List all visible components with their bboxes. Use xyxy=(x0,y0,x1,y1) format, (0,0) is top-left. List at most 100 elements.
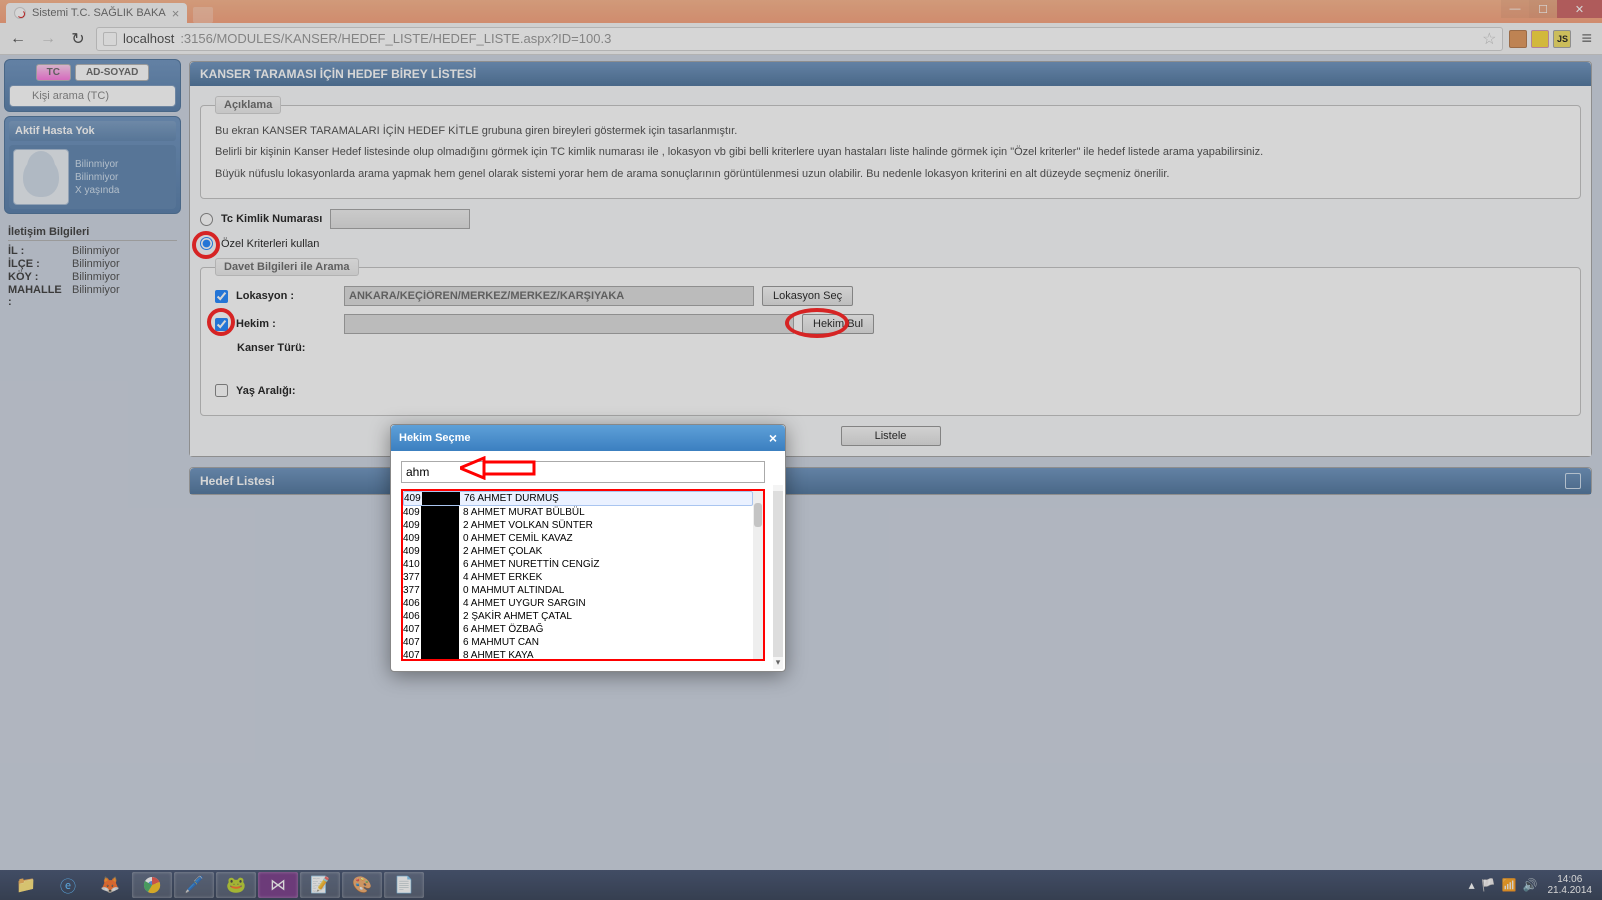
list-item[interactable]: 4090 AHMET CEMİL KAVAZ xyxy=(403,532,753,545)
extension-js-icon[interactable]: JS xyxy=(1553,30,1571,48)
system-tray: ▴ 🏳️ 📶 🔊 14:06 21.4.2014 xyxy=(1469,874,1596,896)
redaction-block xyxy=(421,636,459,649)
tray-clock[interactable]: 14:06 21.4.2014 xyxy=(1544,874,1597,896)
panel-title: Hedef Listesi xyxy=(200,474,275,488)
address-bar[interactable]: localhost :3156/MODULES/KANSER/HEDEF_LIST… xyxy=(96,27,1503,51)
list-item[interactable]: 4098 AHMET MURAT BÜLBÜL xyxy=(403,506,753,519)
hekim-secme-dialog: Hekim Seçme × 40976 AHMET DURMUŞ 4098 AH… xyxy=(390,424,786,672)
list-item[interactable]: 3770 MAHMUT ALTINDAL xyxy=(403,584,753,597)
window-controls: — ☐ ✕ xyxy=(1501,0,1602,18)
tray-volume-icon[interactable]: 🔊 xyxy=(1523,878,1538,892)
new-tab-button[interactable] xyxy=(193,7,213,23)
redaction-block xyxy=(421,571,459,584)
checkbox-yas[interactable] xyxy=(215,384,228,397)
browser-menu-button[interactable]: ≡ xyxy=(1577,28,1596,49)
contact-title: İletişim Bilgileri xyxy=(8,226,177,241)
list-item[interactable]: 4092 AHMET VOLKAN SÜNTER xyxy=(403,519,753,532)
outer-scrollbar[interactable]: ▾ xyxy=(773,485,783,669)
sidebar: TC AD-SOYAD Aktif Hasta Yok Bilinmiyor B… xyxy=(0,55,185,870)
redaction-block xyxy=(421,519,459,532)
taskbar: 📁 ⓔ 🦊 🖊️ 🐸 ⋈ 📝 🎨 📄 ▴ 🏳️ 📶 🔊 14:06 21.4.2… xyxy=(0,870,1602,900)
taskbar-app-icon[interactable]: 📝 xyxy=(300,872,340,898)
listele-button[interactable]: Listele xyxy=(841,426,941,446)
yas-label: Yaş Aralığı: xyxy=(236,385,336,397)
hekim-list: 40976 AHMET DURMUŞ 4098 AHMET MURAT BÜLB… xyxy=(401,489,765,661)
kanser-label: Kanser Türü: xyxy=(237,342,337,354)
nav-reload-button[interactable]: ↻ xyxy=(66,27,90,51)
nav-back-button[interactable]: ← xyxy=(6,27,30,51)
list-item[interactable]: 4062 ŞAKİR AHMET ÇATAL xyxy=(403,610,753,623)
dialog-close-icon[interactable]: × xyxy=(769,430,777,446)
list-item[interactable]: 4092 AHMET ÇOLAK xyxy=(403,545,753,558)
redaction-block xyxy=(421,506,459,519)
side-tab-adsoyad[interactable]: AD-SOYAD xyxy=(75,64,149,81)
avatar-icon xyxy=(13,149,69,205)
tray-up-icon[interactable]: ▴ xyxy=(1469,878,1475,892)
tc-input[interactable] xyxy=(330,209,470,229)
panel-tool-icon[interactable] xyxy=(1565,473,1581,489)
nav-forward-button[interactable]: → xyxy=(36,27,60,51)
window-close-button[interactable]: ✕ xyxy=(1557,0,1602,18)
redaction-block xyxy=(421,545,459,558)
checkbox-hekim[interactable] xyxy=(215,318,228,331)
browser-tabstrip: Sistemi T.C. SAĞLIK BAKA × — ☐ ✕ xyxy=(0,0,1602,23)
list-item[interactable]: 4106 AHMET NURETTİN CENGİZ xyxy=(403,558,753,571)
redaction-block xyxy=(421,597,459,610)
radio-ozel[interactable] xyxy=(200,237,213,250)
extension-icon[interactable] xyxy=(1531,30,1549,48)
contact-value: Bilinmiyor xyxy=(72,245,120,257)
list-item[interactable]: 40976 AHMET DURMUŞ xyxy=(403,491,753,506)
tray-network-icon[interactable]: 📶 xyxy=(1502,878,1517,892)
description-text: Büyük nüfuslu lokasyonlarda arama yapmak… xyxy=(215,167,1566,182)
hekim-input[interactable] xyxy=(344,314,794,334)
contact-label: İLÇE : xyxy=(8,258,68,270)
tray-flag-icon[interactable]: 🏳️ xyxy=(1481,878,1496,892)
taskbar-explorer-icon[interactable]: 📁 xyxy=(6,872,46,898)
redaction-block xyxy=(421,610,459,623)
scroll-down-icon[interactable]: ▾ xyxy=(773,657,783,669)
taskbar-word-icon[interactable]: 📄 xyxy=(384,872,424,898)
taskbar-ie-icon[interactable]: ⓔ xyxy=(48,872,88,898)
sidebar-search-input[interactable] xyxy=(9,85,176,107)
app-area: TC AD-SOYAD Aktif Hasta Yok Bilinmiyor B… xyxy=(0,55,1602,870)
browser-tab[interactable]: Sistemi T.C. SAĞLIK BAKA × xyxy=(6,3,187,23)
list-item[interactable]: 3774 AHMET ERKEK xyxy=(403,571,753,584)
list-item[interactable]: 4076 MAHMUT CAN xyxy=(403,636,753,649)
side-tab-tc[interactable]: TC xyxy=(36,64,71,81)
taskbar-firefox-icon[interactable]: 🦊 xyxy=(90,872,130,898)
taskbar-chrome-icon[interactable] xyxy=(132,872,172,898)
contact-label: İL : xyxy=(8,245,68,257)
taskbar-paint-icon[interactable]: 🎨 xyxy=(342,872,382,898)
dialog-header[interactable]: Hekim Seçme × xyxy=(391,425,785,451)
list-item[interactable]: 4064 AHMET UYGUR SARGIN xyxy=(403,597,753,610)
tray-time: 14:06 xyxy=(1548,874,1593,885)
taskbar-app-icon[interactable]: 🐸 xyxy=(216,872,256,898)
search-panel: KANSER TARAMASI İÇİN HEDEF BİREY LİSTESİ… xyxy=(189,61,1592,457)
active-patient-label: Aktif Hasta Yok xyxy=(9,121,176,141)
lokasyon-input[interactable] xyxy=(344,286,754,306)
contact-value: Bilinmiyor xyxy=(72,271,120,283)
bookmark-star-icon[interactable]: ☆ xyxy=(1482,29,1496,49)
window-maximize-button[interactable]: ☐ xyxy=(1529,0,1557,18)
list-item[interactable]: 4076 AHMET ÖZBAĞ xyxy=(403,623,753,636)
redaction-block xyxy=(422,492,460,505)
checkbox-lokasyon[interactable] xyxy=(215,290,228,303)
lokasyon-sec-button[interactable]: Lokasyon Seç xyxy=(762,286,853,306)
inner-scrollbar[interactable] xyxy=(753,491,763,659)
window-minimize-button[interactable]: — xyxy=(1501,0,1529,18)
radio-tc[interactable] xyxy=(200,213,213,226)
redaction-block xyxy=(421,649,459,661)
lokasyon-label: Lokasyon : xyxy=(236,290,336,302)
taskbar-visualstudio-icon[interactable]: ⋈ xyxy=(258,872,298,898)
tab-close-icon[interactable]: × xyxy=(172,6,180,21)
extension-icon[interactable] xyxy=(1509,30,1527,48)
redaction-block xyxy=(421,623,459,636)
contact-label: KÖY : xyxy=(8,271,68,283)
page-icon xyxy=(103,32,117,46)
taskbar-app-icon[interactable]: 🖊️ xyxy=(174,872,214,898)
list-item[interactable]: 4078 AHMET KAYA xyxy=(403,649,753,661)
hekim-search-input[interactable] xyxy=(401,461,765,483)
hekim-bul-button[interactable]: Hekim Bul xyxy=(802,314,874,334)
url-host: localhost xyxy=(123,31,174,46)
url-path: :3156/MODULES/KANSER/HEDEF_LISTE/HEDEF_L… xyxy=(180,31,611,46)
